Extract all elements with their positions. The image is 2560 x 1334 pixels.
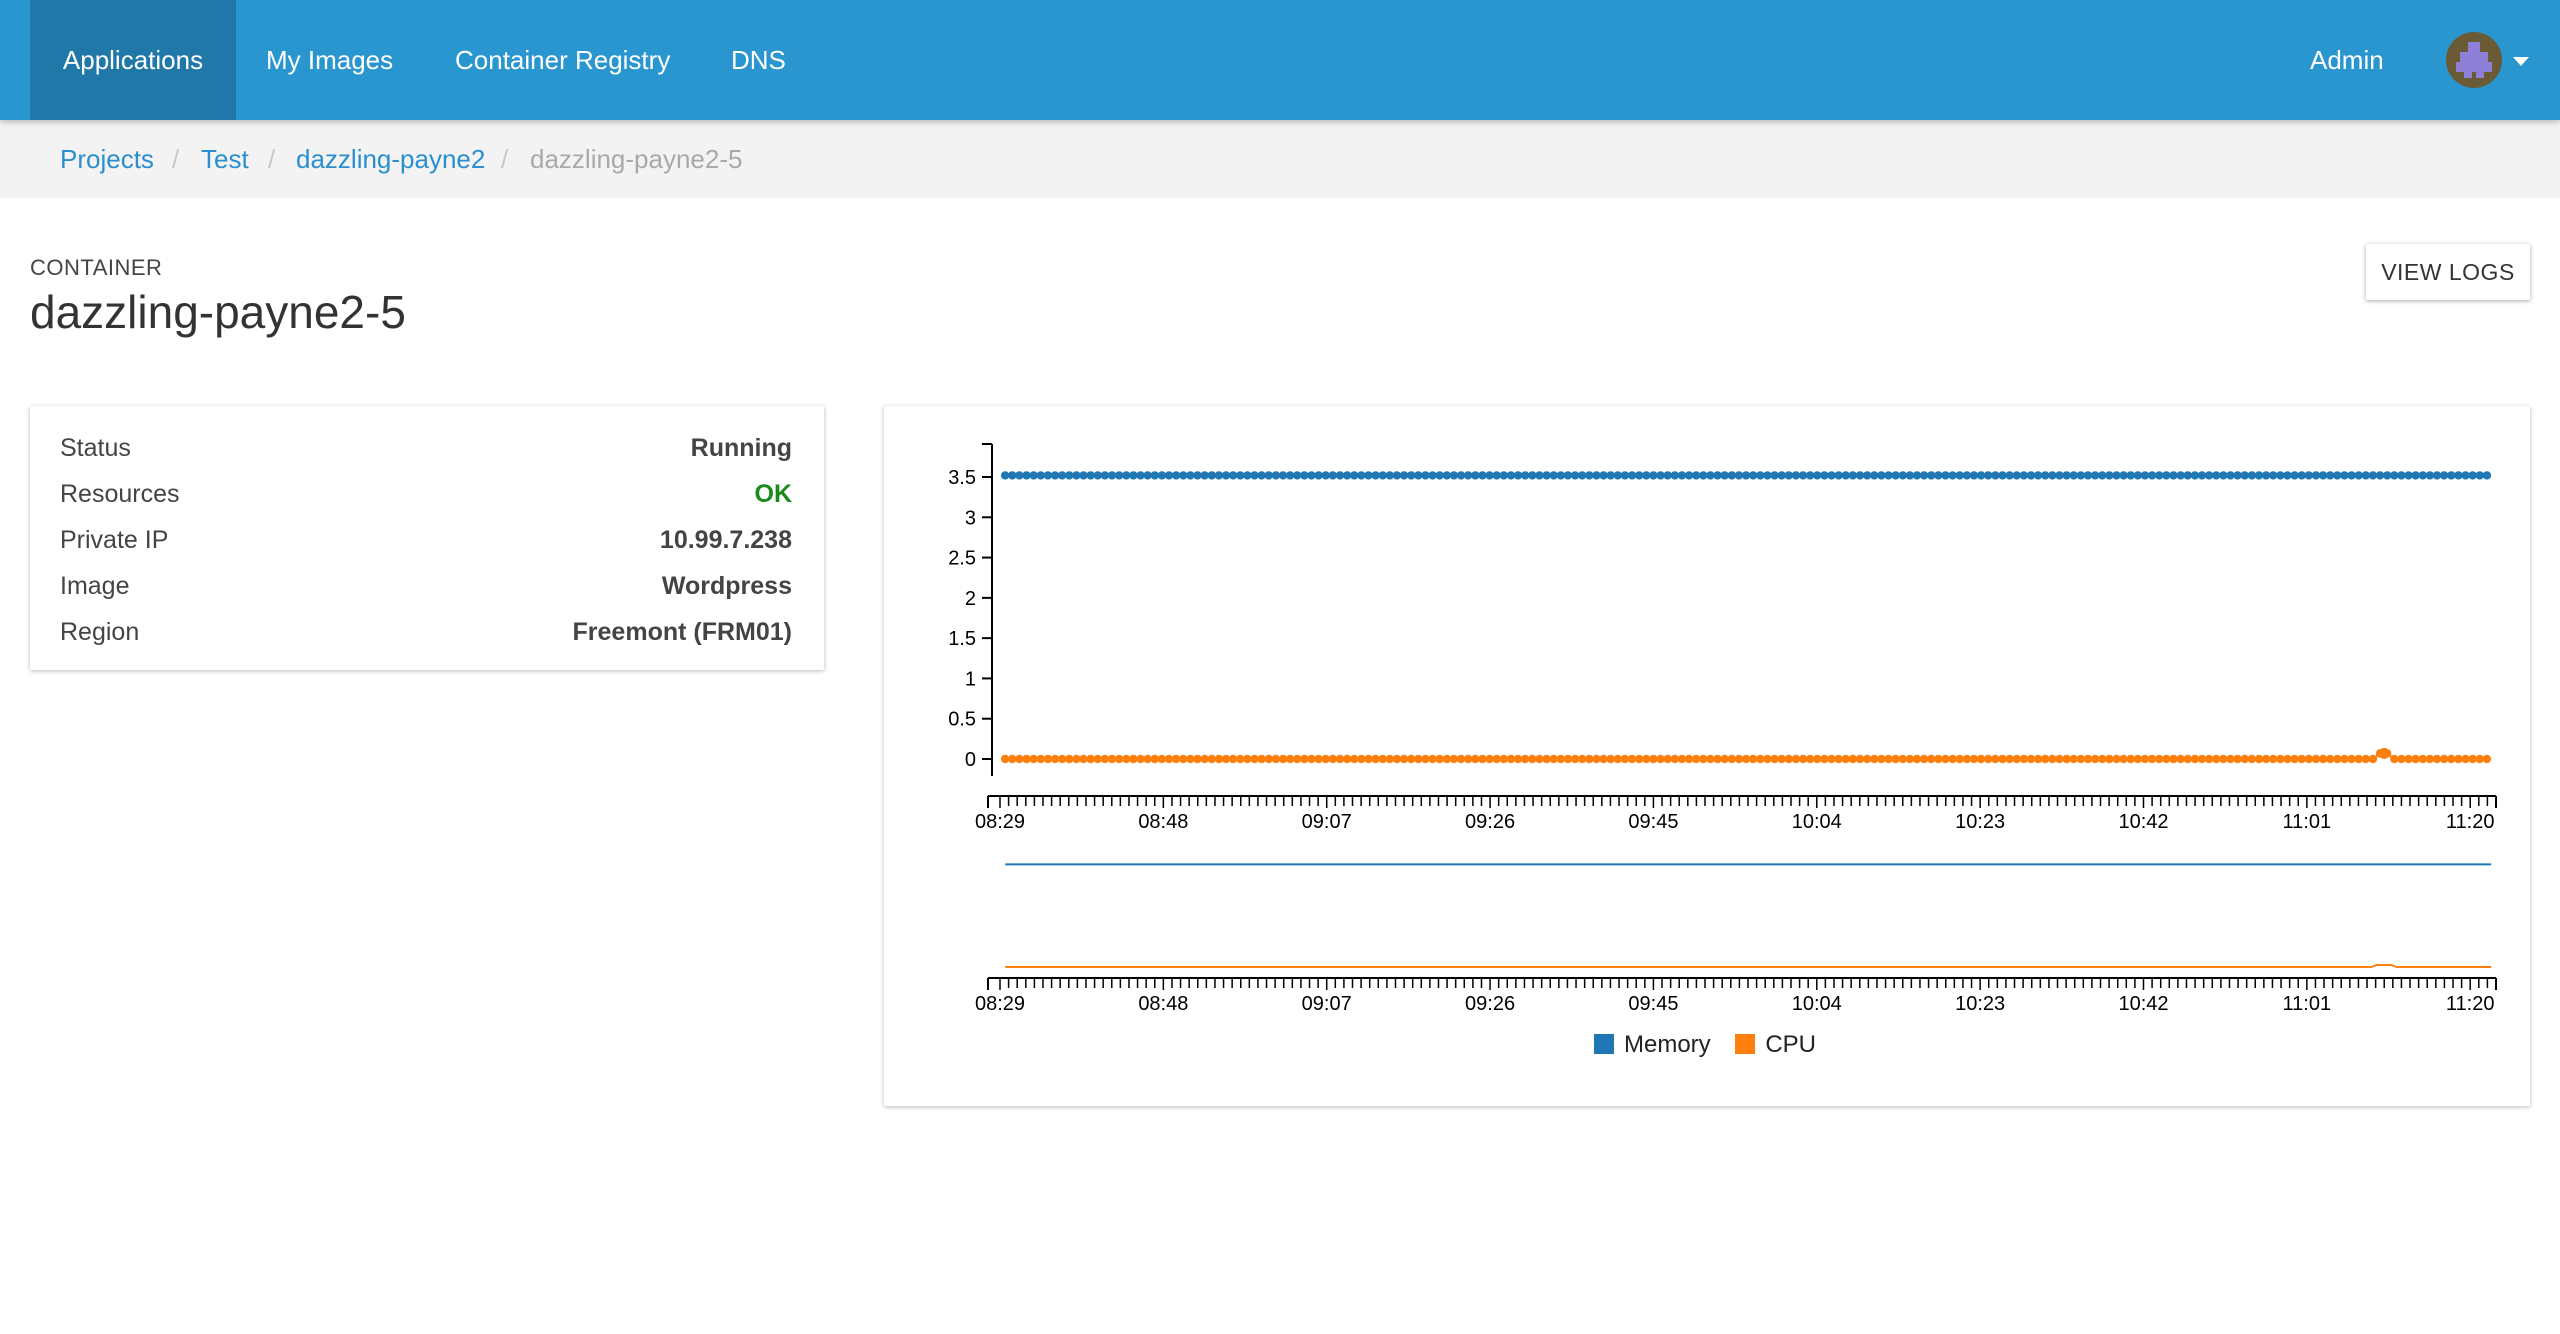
breadcrumb: Projects / Test / dazzling-payne2 / dazz… (0, 120, 2560, 198)
main-x-tick-label: 11:20 (2446, 811, 2495, 833)
context-x-tick-label: 08:29 (975, 993, 1025, 1015)
y-tick-label: 1.5 (948, 628, 976, 650)
nav-container-registry[interactable]: Container Registry (425, 0, 700, 120)
info-row-region: Region Freemont (FRM01) (60, 618, 792, 658)
data-point-cpu (2368, 754, 2378, 764)
page-title: dazzling-payne2-5 (30, 286, 406, 338)
info-label: Private IP (60, 526, 169, 554)
legend-item-memory[interactable]: Memory (1594, 1031, 1711, 1059)
main-x-tick-label: 10:42 (2118, 811, 2168, 833)
main-x-tick-label: 09:07 (1302, 811, 1352, 833)
data-point-spike-cpu (2378, 747, 2390, 759)
context-x-tick-label: 09:45 (1628, 993, 1678, 1015)
metrics-chart: 0 0.5 1 1.5 2 2.5 3 3.5 08:29 08:48 09:07 09:26 09:4… (948, 443, 2497, 1015)
context-x-tick-label: 10:04 (1792, 993, 1842, 1015)
main-x-tick-label: 09:45 (1628, 811, 1678, 833)
nav-applications[interactable]: Applications (30, 0, 236, 120)
chart-legend: Memory CPU (1594, 1031, 1834, 1059)
nav-admin[interactable]: Admin (2310, 0, 2384, 120)
context-x-tick-label: 11:01 (2283, 993, 2332, 1015)
status-value: Running (690, 434, 792, 462)
region-value: Freemont (FRM01) (572, 618, 792, 646)
legend-swatch (1594, 1034, 1614, 1054)
legend-label: Memory (1624, 1031, 1711, 1058)
user-avatar-icon[interactable] (2446, 32, 2502, 88)
info-label: Region (60, 618, 140, 646)
container-info-card: Status Running Resources OK Private IP 1… (30, 406, 824, 670)
top-navbar: Applications My Images Container Registr… (0, 0, 2560, 120)
container-label: CONTAINER (30, 255, 163, 280)
main-x-tick-label: 09:26 (1465, 811, 1515, 833)
info-label: Status (60, 434, 131, 462)
nav-dns[interactable]: DNS (701, 0, 816, 120)
info-row-image: Image Wordpress (60, 572, 792, 612)
context-x-tick-label: 10:23 (1955, 993, 2005, 1015)
info-row-resources: Resources OK (60, 480, 792, 520)
context-x-tick-label: 08:48 (1138, 993, 1188, 1015)
main-x-tick-label: 08:48 (1138, 811, 1188, 833)
nav-my-images[interactable]: My Images (236, 0, 423, 120)
y-tick-label: 2.5 (948, 548, 976, 570)
y-tick-label: 2 (965, 588, 976, 610)
main-x-tick-label: 10:04 (1792, 811, 1842, 833)
private-ip-value: 10.99.7.238 (659, 526, 792, 554)
context-x-tick-label: 10:42 (2118, 993, 2168, 1015)
context-line-cpu (1005, 964, 2492, 968)
breadcrumb-test[interactable]: Test (201, 144, 249, 175)
main-x-tick-label: 08:29 (975, 811, 1025, 833)
chevron-down-icon[interactable] (2513, 57, 2529, 66)
breadcrumb-projects[interactable]: Projects (60, 144, 154, 175)
breadcrumb-project[interactable]: dazzling-payne2 (296, 144, 485, 175)
legend-item-cpu[interactable]: CPU (1735, 1031, 1816, 1059)
info-label: Resources (60, 480, 180, 508)
context-x-tick-label: 09:26 (1465, 993, 1515, 1015)
info-row-private-ip: Private IP 10.99.7.238 (60, 526, 792, 566)
y-tick-label: 3 (965, 507, 976, 529)
resources-value: OK (754, 480, 793, 508)
data-point-cpu (2482, 754, 2492, 764)
breadcrumb-separator: / (268, 144, 276, 174)
y-tick-label: 3.5 (948, 467, 976, 489)
breadcrumb-separator: / (501, 144, 509, 174)
metrics-chart-card: 0 0.5 1 1.5 2 2.5 3 3.5 08:29 08:48 09:07 09:26 09:4… (884, 406, 2530, 1106)
breadcrumb-separator: / (172, 144, 180, 174)
data-point-memory (2482, 471, 2492, 480)
context-x-tick-label: 11:20 (2446, 993, 2495, 1015)
y-tick-label: 0 (965, 749, 976, 771)
view-logs-button[interactable]: VIEW LOGS (2366, 244, 2530, 300)
legend-label: CPU (1765, 1031, 1817, 1058)
info-label: Image (60, 572, 130, 600)
main-x-tick-label: 10:23 (1955, 811, 2005, 833)
image-value: Wordpress (661, 572, 792, 600)
breadcrumb-current: dazzling-payne2-5 (530, 144, 743, 174)
context-x-tick-label: 09:07 (1302, 993, 1352, 1015)
info-row-status: Status Running (60, 434, 792, 474)
y-tick-label: 1 (965, 668, 976, 690)
y-tick-label: 0.5 (948, 709, 976, 731)
main-x-tick-label: 11:01 (2283, 811, 2332, 833)
legend-swatch (1735, 1034, 1756, 1054)
